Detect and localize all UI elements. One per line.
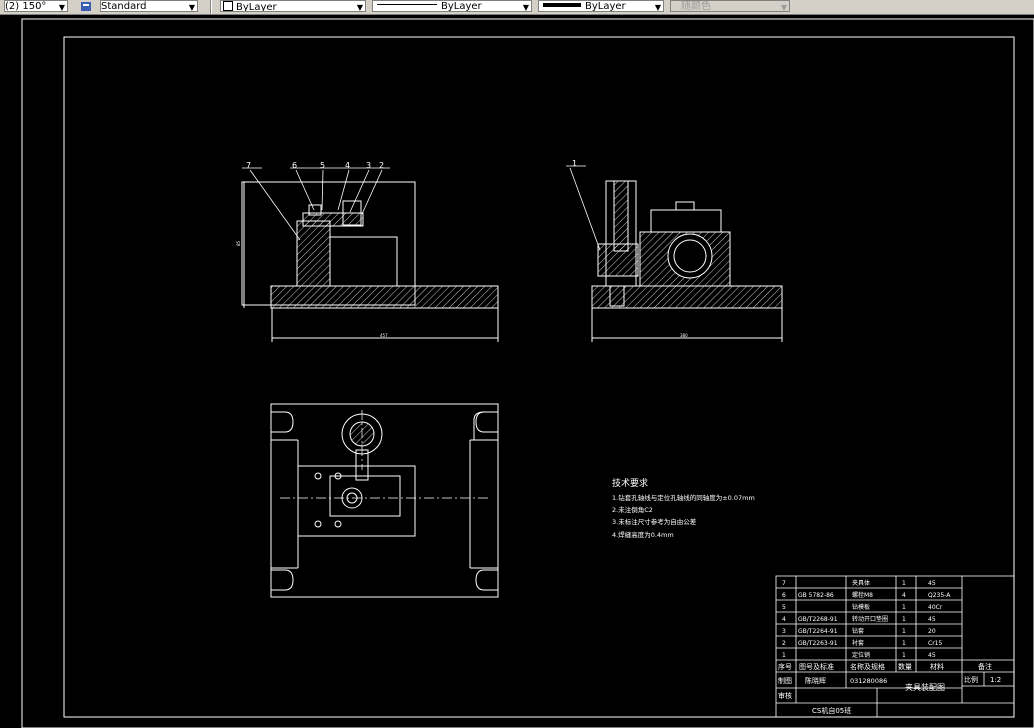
linetype-sample-icon — [377, 4, 437, 5]
bom-header-no: 序号 — [778, 662, 792, 671]
chevron-down-icon: ▼ — [654, 3, 661, 12]
drawn-name: 陈晓辉 — [805, 676, 826, 685]
front-height-dim-text: 85 — [236, 240, 241, 246]
bom-header-material: 材料 — [930, 662, 944, 671]
bom-cell-material: 45 — [928, 580, 936, 587]
bom-cell-code: GB/T2264-91 — [798, 628, 838, 635]
tech-requirement-item: 1.钻套孔轴线与定位孔轴线的同轴度为±0.07mm — [612, 493, 755, 502]
bom-cell-material: 45 — [928, 652, 936, 659]
bom-cell-name: 钻套 — [852, 627, 864, 635]
callout-5: 5 — [320, 161, 325, 170]
toolbar-separator — [210, 0, 212, 14]
bom-cell-qty: 1 — [902, 628, 906, 635]
bom-cell-name: 螺栓M8 — [852, 591, 873, 599]
dimstyle-value: (2) 150° — [5, 1, 47, 12]
bom-header: 序号 图号及标准 名称及规格 数量 材料 备注 — [778, 662, 992, 671]
bom-cell-material: Cr15 — [928, 640, 942, 647]
top-view — [270, 403, 499, 598]
callout-7: 7 — [246, 161, 251, 170]
bom-cell-name: 夹具体 — [852, 579, 870, 587]
bom-cell-qty: 1 — [902, 640, 906, 647]
cad-toolbar: (2) 150° ▼ Standard ▼ ByLayer ▼ ByLayer … — [0, 0, 1034, 15]
textstyle-value: Standard — [101, 1, 147, 12]
bom-cell-qty: 1 — [902, 604, 906, 611]
callout-2: 2 — [379, 161, 384, 170]
bom-header-code: 图号及标准 — [799, 662, 834, 671]
bom-cell-no: 6 — [782, 592, 786, 599]
tech-requirements-title: 技术要求 — [612, 477, 648, 489]
chevron-down-icon: ▼ — [58, 3, 65, 12]
check-label: 审核 — [778, 691, 792, 700]
layer-value: ByLayer — [236, 2, 277, 12]
chevron-down-icon: ▼ — [522, 3, 529, 12]
chevron-down-icon: ▼ — [188, 3, 195, 12]
callout-4: 4 — [345, 161, 350, 170]
drawing-title: 夹具装配图 — [905, 682, 945, 692]
tech-requirements: 技术要求 1.钻套孔轴线与定位孔轴线的同轴度为±0.07mm 2.未注倒角C2 … — [612, 477, 755, 539]
textstyle-dropdown[interactable]: Standard ▼ — [100, 0, 198, 12]
side-dim-text: 380 — [680, 333, 688, 338]
bom-cell-qty: 1 — [902, 652, 906, 659]
text-style-glyph — [81, 2, 91, 11]
tech-requirement-item: 2.未注倒角C2 — [612, 505, 653, 514]
linetype-dropdown[interactable]: ByLayer ▼ — [372, 0, 532, 12]
scale-label: 比例 — [964, 675, 978, 684]
bom-cell-material: 45 — [928, 616, 936, 623]
drawing-number: 031280086 — [850, 677, 887, 685]
linetype-value: ByLayer — [441, 1, 482, 12]
drawn-label: 制图 — [778, 676, 792, 685]
bom-cell-name: 定位销 — [852, 651, 870, 659]
layer-dropdown[interactable]: ByLayer ▼ — [220, 0, 366, 12]
bom-rows: 7 夹具体 1 45 6 GB 5782-86 螺栓M8 4 Q235-A 5 钻模板 1 40Cr 4 G… — [782, 579, 951, 659]
bom-cell-no: 2 — [782, 640, 786, 647]
bom-cell-no: 3 — [782, 628, 786, 635]
callout-1: 1 — [572, 159, 577, 168]
bom-cell-material: 20 — [928, 628, 936, 635]
bom-cell-qty: 4 — [902, 592, 906, 599]
bom-header-remark: 备注 — [978, 662, 992, 671]
tech-requirement-item: 4.焊缝高度为0.4mm — [612, 530, 674, 539]
school-name: CS机自05班 — [812, 706, 851, 715]
sheet-inner-border — [63, 36, 1015, 718]
callout-3: 3 — [366, 161, 371, 170]
chevron-down-icon: ▼ — [356, 3, 363, 12]
bom-cell-code: GB/T2268-91 — [798, 616, 838, 623]
bom-cell-name: 钻模板 — [852, 603, 870, 611]
bom-cell-qty: 1 — [902, 580, 906, 587]
callout-6: 6 — [292, 161, 297, 170]
lineweight-dropdown[interactable]: ByLayer ▼ — [538, 0, 664, 12]
dimstyle-dropdown[interactable]: (2) 150° ▼ — [4, 0, 68, 12]
lineweight-sample-icon — [543, 3, 581, 7]
bom-cell-name: 衬套 — [852, 639, 864, 647]
bom-cell-no: 7 — [782, 580, 786, 587]
chevron-down-icon: ▼ — [780, 3, 787, 12]
plotstyle-dropdown[interactable]: 随颜色 ▼ — [670, 0, 790, 12]
bom-cell-qty: 1 — [902, 616, 906, 623]
bom-cell-code: GB 5782-86 — [798, 592, 834, 599]
front-dim-text: 457 — [380, 333, 388, 338]
title-block: 制图 陈晓辉 031280086 夹具装配图 比例 1:2 审核 CS机自05班 — [778, 675, 1001, 715]
bom-cell-code: GB/T2263-91 — [798, 640, 838, 647]
front-view — [241, 181, 499, 342]
bom-cell-no: 5 — [782, 604, 786, 611]
bom-cell-material: Q235-A — [928, 592, 951, 599]
bom-cell-no: 4 — [782, 616, 786, 623]
bom-header-qty: 数量 — [898, 662, 912, 671]
bom-cell-name: 转动开口垫圈 — [852, 615, 888, 623]
plotstyle-value: 随颜色 — [681, 1, 711, 12]
cad-drawing-canvas[interactable]: 7 6 5 4 3 2 457 85 1 380 技术要求 1.钻套孔轴线与定位… — [0, 15, 1034, 728]
bom-cell-no: 1 — [782, 652, 786, 659]
lineweight-value: ByLayer — [585, 1, 626, 12]
color-swatch-icon — [223, 1, 233, 11]
text-style-icon[interactable] — [78, 0, 94, 12]
bom-header-name: 名称及规格 — [850, 662, 885, 671]
bom-cell-material: 40Cr — [928, 604, 943, 611]
scale-value: 1:2 — [990, 676, 1001, 684]
side-view — [566, 165, 783, 342]
tech-requirement-item: 3.未标注尺寸参考为自由公差 — [612, 517, 697, 526]
